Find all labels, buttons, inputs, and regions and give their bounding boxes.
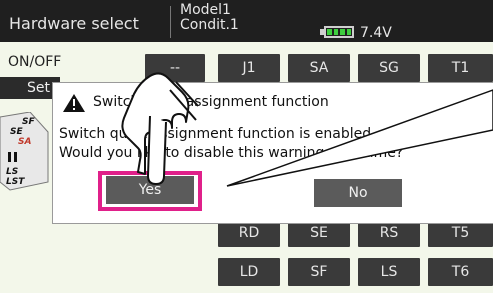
transmitter-screen: Hardware select Model1 Condit.1 7.4V ON/… xyxy=(0,0,493,293)
dialog-message-line2: Would you like to disable this warning n… xyxy=(59,145,404,161)
dialog-message-line1: Switch quick assignment function is enab… xyxy=(59,126,376,142)
battery-icon xyxy=(324,26,354,38)
svg-text:LS: LS xyxy=(6,167,18,177)
model-name: Model1 xyxy=(180,2,231,18)
transmitter-illustration: SF SE SA LS LST xyxy=(0,112,49,191)
switch-cell[interactable]: -- xyxy=(145,54,205,82)
switch-cell[interactable]: J1 xyxy=(218,54,280,82)
switch-cell[interactable]: T1 xyxy=(428,54,493,82)
onoff-label: ON/OFF xyxy=(8,54,62,70)
switch-cell[interactable]: LS xyxy=(358,258,420,286)
yes-button[interactable]: Yes xyxy=(106,176,194,204)
no-button[interactable]: No xyxy=(314,179,402,207)
dialog-title: Switch quick assignment function xyxy=(93,94,329,110)
warning-dialog: Switch quick assignment function Switch … xyxy=(52,82,493,224)
condition-name: Condit.1 xyxy=(180,17,239,33)
svg-text:SF: SF xyxy=(22,117,35,127)
header-bar: Hardware select Model1 Condit.1 7.4V xyxy=(0,0,493,42)
switch-cell[interactable]: SA xyxy=(288,54,350,82)
battery-voltage: 7.4V xyxy=(360,25,392,41)
warning-icon xyxy=(63,94,85,112)
hardware-select-title: Hardware select xyxy=(9,14,139,33)
switch-cell[interactable]: T6 xyxy=(428,258,493,286)
svg-text:SE: SE xyxy=(10,127,23,137)
svg-text:SA: SA xyxy=(18,137,31,147)
switch-cell[interactable]: SG xyxy=(358,54,420,82)
svg-text:LST: LST xyxy=(6,177,25,187)
switch-cell[interactable]: LD xyxy=(218,258,280,286)
switch-cell[interactable]: SF xyxy=(288,258,350,286)
header-divider xyxy=(170,6,171,38)
set-button[interactable]: Set xyxy=(0,77,60,99)
